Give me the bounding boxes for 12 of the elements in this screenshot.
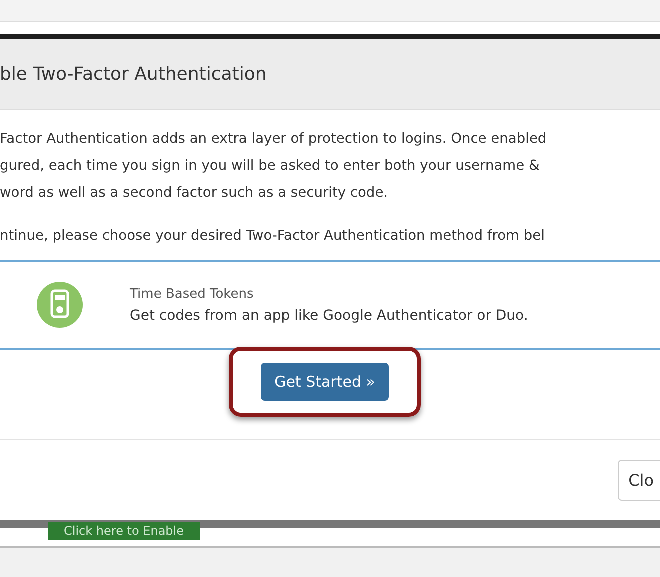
method-option[interactable]: Time Based Tokens Get codes from an app like Google Authenticator or Duo.: [0, 260, 660, 350]
prompt-text: ntinue, please choose your desired Two-Factor Authentication method from bel: [0, 227, 546, 246]
method-description: Get codes from an app like Google Authenticator or Duo.: [130, 308, 528, 324]
get-started-button[interactable]: Get Started »: [260, 363, 390, 401]
close-button[interactable]: Clo: [618, 460, 660, 500]
dialog-title: ble Two-Factor Authentication: [0, 64, 267, 84]
intro-text: word as well as a second factor such as a security code.: [0, 184, 390, 203]
intro-text: Factor Authentication adds an extra layer of protection to logins. Once enabled: [0, 130, 548, 149]
enable-button[interactable]: Click here to Enable: [48, 522, 200, 540]
method-title: Time Based Tokens: [130, 286, 255, 302]
intro-text: gured, each time you sign in you will be asked to enter both your username &: [0, 157, 541, 176]
token-icon: [37, 282, 83, 328]
